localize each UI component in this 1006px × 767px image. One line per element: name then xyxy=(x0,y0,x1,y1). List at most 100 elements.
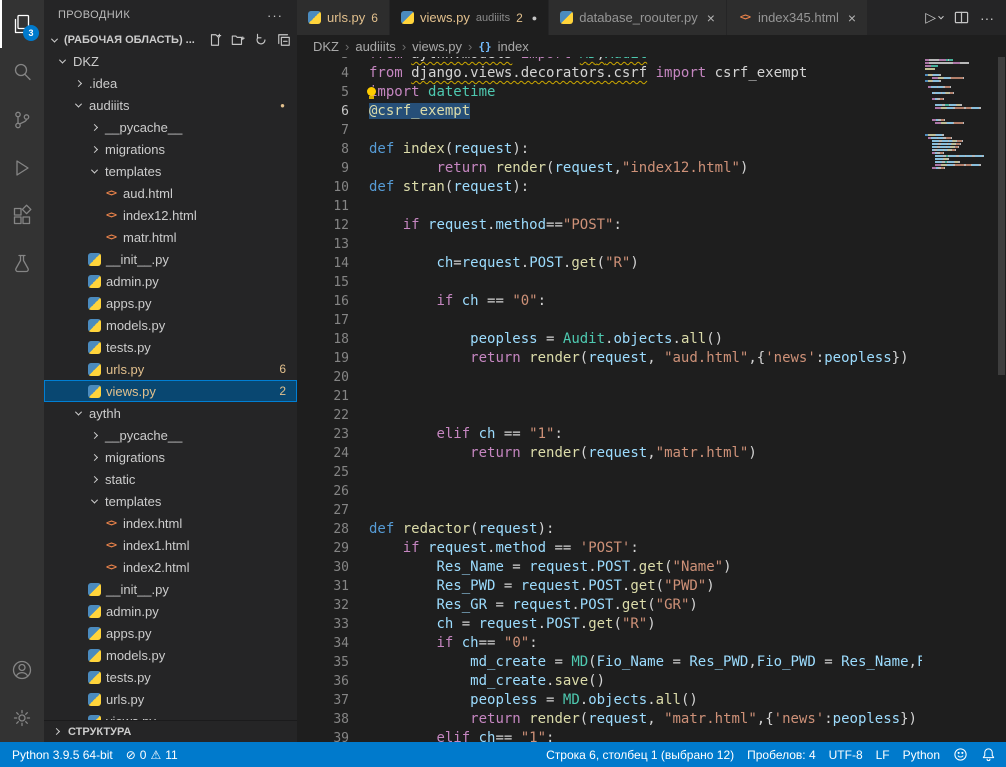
encoding-status[interactable]: UTF-8 xyxy=(829,748,863,762)
code-line-10[interactable]: 10def stran(request): xyxy=(297,178,922,197)
code-line-35[interactable]: 35 md_create = MD(Fio_Name = Res_PWD,Fio… xyxy=(297,653,922,672)
tree-item-__init__.py[interactable]: __init__.py xyxy=(44,578,297,600)
tree-item-__init__.py[interactable]: __init__.py xyxy=(44,248,297,270)
tree-item-audiiits[interactable]: audiiits● xyxy=(44,94,297,116)
tree-item-templates[interactable]: templates xyxy=(44,160,297,182)
tree-item-static[interactable]: static xyxy=(44,468,297,490)
search-icon[interactable] xyxy=(0,48,44,96)
language-mode-status[interactable]: Python xyxy=(903,748,940,762)
code-line-15[interactable]: 15 xyxy=(297,273,922,292)
code-line-8[interactable]: 8def index(request): xyxy=(297,140,922,159)
more-actions-button[interactable]: ··· xyxy=(980,10,994,26)
workspace-section-header[interactable]: (РАБОЧАЯ ОБЛАСТЬ) ... xyxy=(44,30,297,50)
run-python-file-button[interactable]: ▷ xyxy=(925,9,943,26)
cursor-position-status[interactable]: Строка 6, столбец 1 (выбрано 12) xyxy=(546,748,734,762)
code-line-26[interactable]: 26 xyxy=(297,482,922,501)
tab-urls.py[interactable]: urls.py6 xyxy=(297,0,390,35)
tree-item-templates[interactable]: templates xyxy=(44,490,297,512)
code-area[interactable]: 3from aythh.models import MD,Audit4from … xyxy=(297,57,922,742)
code-line-22[interactable]: 22 xyxy=(297,406,922,425)
code-line-4[interactable]: 4from django.views.decorators.csrf impor… xyxy=(297,64,922,83)
code-line-11[interactable]: 11 xyxy=(297,197,922,216)
extensions-icon[interactable] xyxy=(0,192,44,240)
code-line-20[interactable]: 20 xyxy=(297,368,922,387)
tree-item-index12.html[interactable]: <>index12.html xyxy=(44,204,297,226)
tree-item-__pycache__[interactable]: __pycache__ xyxy=(44,116,297,138)
explorer-icon[interactable]: 3 xyxy=(0,0,44,48)
minimap[interactable] xyxy=(922,57,996,742)
outline-section-header[interactable]: СТРУКТУРА xyxy=(44,720,297,742)
problems-status[interactable]: ⊘ 0 ⚠ 11 xyxy=(126,748,178,762)
code-line-33[interactable]: 33 ch = request.POST.get("R") xyxy=(297,615,922,634)
tree-item-apps.py[interactable]: apps.py xyxy=(44,622,297,644)
tree-item-views.py[interactable]: views.py2 xyxy=(44,380,297,402)
code-line-9[interactable]: 9 return render(request,"index12.html") xyxy=(297,159,922,178)
code-line-31[interactable]: 31 Res_PWD = request.POST.get("PWD") xyxy=(297,577,922,596)
tree-item-admin.py[interactable]: admin.py xyxy=(44,270,297,292)
tree-item-.idea[interactable]: .idea xyxy=(44,72,297,94)
code-line-34[interactable]: 34 if ch== "0": xyxy=(297,634,922,653)
scrollbar-thumb[interactable] xyxy=(998,57,1005,375)
code-line-38[interactable]: 38 return render(request, "matr.html",{'… xyxy=(297,710,922,729)
code-line-7[interactable]: 7 xyxy=(297,121,922,140)
breadcrumb-item-project[interactable]: DKZ xyxy=(313,39,339,54)
tree-item-apps.py[interactable]: apps.py xyxy=(44,292,297,314)
code-line-36[interactable]: 36 md_create.save() xyxy=(297,672,922,691)
editor-scrollbar[interactable] xyxy=(996,57,1006,742)
collapse-all-icon[interactable] xyxy=(277,33,291,47)
close-icon[interactable]: × xyxy=(848,10,856,26)
tree-item-models.py[interactable]: models.py xyxy=(44,314,297,336)
views-more-actions-icon[interactable]: ··· xyxy=(267,8,283,23)
dirty-indicator-icon[interactable]: ● xyxy=(532,13,537,23)
split-editor-button[interactable] xyxy=(954,10,969,25)
code-line-32[interactable]: 32 Res_GR = request.POST.get("GR") xyxy=(297,596,922,615)
breadcrumb-item-symbol[interactable]: index xyxy=(498,39,529,54)
code-line-23[interactable]: 23 elif ch == "1": xyxy=(297,425,922,444)
tree-item-DKZ[interactable]: DKZ xyxy=(44,50,297,72)
code-line-37[interactable]: 37 peopless = MD.objects.all() xyxy=(297,691,922,710)
tree-item-tests.py[interactable]: tests.py xyxy=(44,336,297,358)
breadcrumb-item-file[interactable]: views.py xyxy=(412,39,462,54)
tree-item-tests.py[interactable]: tests.py xyxy=(44,666,297,688)
tree-item-urls.py[interactable]: urls.py xyxy=(44,688,297,710)
tree-item-urls.py[interactable]: urls.py6 xyxy=(44,358,297,380)
code-line-16[interactable]: 16 if ch == "0": xyxy=(297,292,922,311)
notifications-bell-icon[interactable] xyxy=(981,747,996,762)
new-folder-icon[interactable] xyxy=(231,33,245,47)
code-line-24[interactable]: 24 return render(request,"matr.html") xyxy=(297,444,922,463)
code-line-30[interactable]: 30 Res_Name = request.POST.get("Name") xyxy=(297,558,922,577)
tab-views.py[interactable]: views.pyaudiiits2● xyxy=(390,0,549,35)
code-line-27[interactable]: 27 xyxy=(297,501,922,520)
code-line-13[interactable]: 13 xyxy=(297,235,922,254)
eol-status[interactable]: LF xyxy=(876,748,890,762)
code-line-12[interactable]: 12 if request.method=="POST": xyxy=(297,216,922,235)
tree-item-models.py[interactable]: models.py xyxy=(44,644,297,666)
code-editor[interactable]: 3from aythh.models import MD,Audit4from … xyxy=(297,57,1006,742)
tree-item-admin.py[interactable]: admin.py xyxy=(44,600,297,622)
source-control-icon[interactable] xyxy=(0,96,44,144)
tree-item-__pycache__[interactable]: __pycache__ xyxy=(44,424,297,446)
code-line-21[interactable]: 21 xyxy=(297,387,922,406)
code-line-39[interactable]: 39 elif ch== "1": xyxy=(297,729,922,742)
code-line-6[interactable]: 6@csrf_exempt xyxy=(297,102,922,121)
tree-item-index1.html[interactable]: <>index1.html xyxy=(44,534,297,556)
run-debug-icon[interactable] xyxy=(0,144,44,192)
code-line-29[interactable]: 29 if request.method == 'POST': xyxy=(297,539,922,558)
close-icon[interactable]: × xyxy=(707,10,715,26)
feedback-smiley-icon[interactable] xyxy=(953,747,968,762)
code-line-28[interactable]: 28def redactor(request): xyxy=(297,520,922,539)
lightbulb-icon[interactable] xyxy=(367,87,376,99)
code-line-25[interactable]: 25 xyxy=(297,463,922,482)
new-file-icon[interactable] xyxy=(208,33,222,47)
code-line-17[interactable]: 17 xyxy=(297,311,922,330)
code-line-14[interactable]: 14 ch=request.POST.get("R") xyxy=(297,254,922,273)
tree-item-aythh[interactable]: aythh xyxy=(44,402,297,424)
tree-item-aud.html[interactable]: <>aud.html xyxy=(44,182,297,204)
indentation-status[interactable]: Пробелов: 4 xyxy=(747,748,816,762)
code-line-18[interactable]: 18 peopless = Audit.objects.all() xyxy=(297,330,922,349)
tab-index345.html[interactable]: <>index345.html× xyxy=(727,0,868,35)
breadcrumb-item-package[interactable]: audiiits xyxy=(355,39,395,54)
tab-database_roouter.py[interactable]: database_roouter.py× xyxy=(549,0,727,35)
tree-item-migrations[interactable]: migrations xyxy=(44,446,297,468)
settings-gear-icon[interactable] xyxy=(0,694,44,742)
